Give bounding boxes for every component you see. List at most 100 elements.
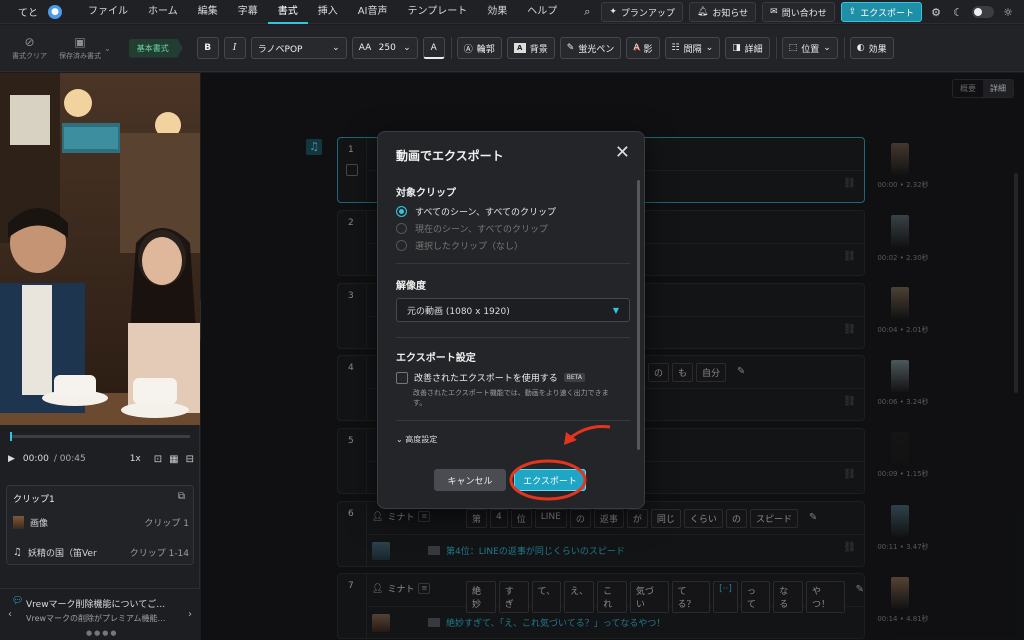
export-icon: ⇪ [848,7,857,17]
position-icon: ⬚ [788,43,798,53]
resolution-label: 解像度 [396,281,426,292]
playback-rate[interactable]: 1x [130,454,141,464]
effect-button[interactable]: ◐ 効果 [849,37,894,59]
clip-panel-title: クリップ1 [13,495,55,505]
radio-icon [396,240,407,251]
gear-icon[interactable]: ⚙ [928,4,944,20]
font-size-select[interactable]: AA 250 ⌄ [351,37,418,59]
menu-edit[interactable]: 編集 [188,0,228,24]
chevron-right-icon[interactable]: › [188,609,192,620]
position-button[interactable]: ⬚ 位置 ⌄ [781,37,838,59]
contact-button[interactable]: ✉ 問い合わせ [762,2,835,22]
dialog-title: 動画でエクスポート [396,149,504,163]
external-link-icon[interactable]: ⧉ [178,491,185,502]
detail-button[interactable]: ◨ 詳細 [725,37,770,59]
radio-icon-selected [396,206,407,217]
export-top-button[interactable]: ⇪ エクスポート [840,2,922,22]
grid-icon[interactable]: ▦ [169,454,178,465]
basic-style-tag[interactable]: 基本書式 [128,38,183,58]
chevron-down-icon: ⌄ [823,43,831,53]
chevron-down-icon: ▼ [612,305,619,315]
music-note-icon: ♫ [13,547,22,558]
notice-button[interactable]: 🔔︎ お知らせ [688,2,757,22]
chevron-down-icon[interactable]: ⌄ [104,44,111,53]
menu-format[interactable]: 書式 [267,0,308,24]
clip-row-music[interactable]: ♫ 妖精の国（笛Ver クリップ 1-14 [13,546,189,559]
radio-icon [396,223,407,234]
spacing-button[interactable]: ☷ 間隔 ⌄ [664,37,721,59]
close-icon[interactable]: ✕ [615,142,630,163]
effect-icon: ◐ [856,43,865,53]
font-select[interactable]: ラノベPOP ⌄ [250,37,347,59]
radio-all-clips[interactable]: すべてのシーン、すべてのクリップ [396,205,556,218]
video-preview[interactable] [0,73,200,425]
section-divider [396,337,630,338]
clear-style-button[interactable]: ⊘ 書式クリア [12,35,47,61]
player-controls: ▶ 00:00 / 00:45 1x ⊡ ▦ ⊟ [8,451,194,467]
project-name[interactable]: てと [18,4,38,19]
radio-current-scene[interactable]: 現在のシーン、すべてのクリップ [396,222,548,235]
left-panel: ▶ 00:00 / 00:45 1x ⊡ ▦ ⊟ クリップ1 ⧉ 画像 クリップ… [0,73,200,640]
bell-icon: 🔔︎ [696,7,709,17]
improved-export-option[interactable]: 改善されたエクスポートを使用する BETA [396,371,585,384]
menu-insert[interactable]: 挿入 [308,0,348,24]
section-divider [396,263,630,264]
highlighter-icon: ✎ [566,43,575,53]
chat-bubble-icon: 💬︎ [12,596,24,606]
saved-style-icon: ▣ [74,35,86,49]
theme-toggle[interactable] [972,6,994,18]
improved-export-note: 改善されたエクスポート機能では、動画をより速く出力できます。 [413,389,609,407]
background-icon: A [513,43,526,53]
shadow-button[interactable]: A影 [626,37,660,59]
menu-subtitle[interactable]: 字幕 [228,0,268,24]
toolbar-divider [450,37,452,59]
outline-button[interactable]: Ⓐ 輪郭 [456,37,502,59]
text-color-button[interactable]: A [422,37,445,59]
moon-icon: ☾ [953,5,963,19]
sun-icon: ☼ [1003,5,1013,19]
menu-help[interactable]: ヘルプ [517,0,567,24]
advanced-settings-toggle[interactable]: ⌄ 高度設定 [396,434,437,445]
italic-button[interactable]: I [223,37,246,59]
highlighter-button[interactable]: ✎ 蛍光ペン [559,37,622,59]
spacing-icon: ☷ [671,43,680,53]
cancel-button[interactable]: キャンセル [434,469,506,491]
timeline-scrubber[interactable] [10,432,190,441]
shadow-icon: A [633,43,640,53]
search-icon[interactable]: ⌕ [579,4,595,20]
bold-button[interactable]: B [196,37,219,59]
chevron-down-icon: ⌄ [332,43,340,53]
clip-row-image[interactable]: 画像 クリップ 1 [13,516,189,529]
current-time: 00:00 [22,454,49,464]
menu-effect[interactable]: 効果 [477,0,517,24]
screenshot-icon[interactable]: ⊡ [154,454,162,465]
saved-style-button[interactable]: ▣ 保存済み書式 [59,35,101,61]
play-icon[interactable]: ▶ [8,454,15,464]
notice-title: Vrewマーク削除機能についてご… [26,600,166,610]
menu-home[interactable]: ホーム [138,0,188,24]
toolbar-divider [843,37,845,59]
menu-file[interactable]: ファイル [78,0,138,24]
dialog-scrollbar[interactable] [637,180,640,450]
user-avatar[interactable]: ● [48,4,62,19]
notice-carousel[interactable]: ‹ 💬︎ Vrewマーク削除機能についてご… Vrewマークの削除がプレミアム機… [0,588,200,640]
detail-icon: ◨ [732,43,741,53]
image-thumbnail [13,516,24,529]
chevron-left-icon[interactable]: ‹ [8,609,12,620]
plan-up-button[interactable]: ✦ プランアップ [601,2,683,22]
font-size-icon: AA [358,43,372,53]
menu-ai-voice[interactable]: AI音声 [348,0,398,24]
resolution-select[interactable]: 元の動画 (1080 x 1920) ▼ [396,298,630,322]
clear-format-icon: ⊘ [24,35,35,49]
radio-selected-clips[interactable]: 選択したクリップ（なし） [396,239,523,252]
menu-template[interactable]: テンプレート [398,0,478,24]
background-button[interactable]: A 背景 [506,37,555,59]
text-color-icon: A [430,42,437,53]
export-settings-label: エクスポート設定 [396,353,476,364]
export-button[interactable]: エクスポート [514,469,586,491]
total-time: / 00:45 [53,454,86,464]
beta-badge: BETA [563,373,585,382]
mail-icon: ✉ [770,7,778,17]
gamepad-icon[interactable]: ⊟ [186,454,194,465]
improved-export-checkbox[interactable] [396,371,408,384]
